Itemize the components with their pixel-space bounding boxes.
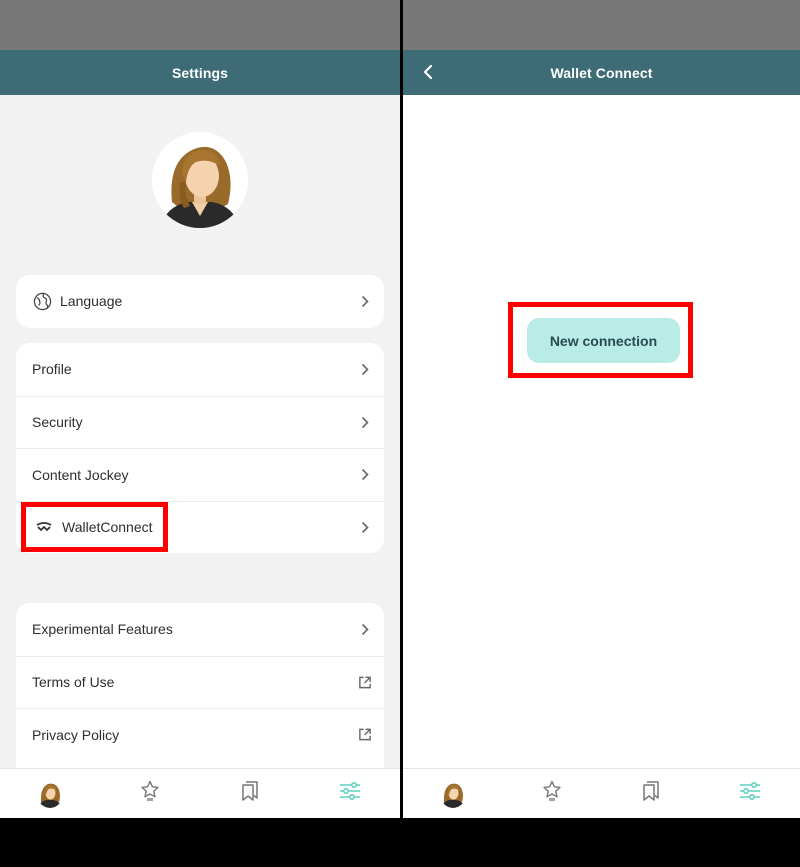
settings-header: Settings [0,50,400,95]
account-card: Profile Security Content Jockey WalletCo… [16,343,384,553]
nav-settings[interactable] [701,769,800,818]
status-bar [0,0,400,50]
settings-item-label: Terms of Use [32,674,115,691]
settings-item-label: Privacy Policy [32,726,120,743]
external-link-icon [358,728,372,742]
settings-item-profile[interactable]: Profile [16,343,384,396]
external-link-icon [358,675,372,689]
nav-bookmarks[interactable] [602,769,701,818]
chevron-right-icon [358,415,372,429]
bottom-nav [403,768,800,818]
avatar-icon [152,132,248,228]
avatar-icon [439,779,466,808]
settings-item-content-jockey[interactable]: Content Jockey [16,448,384,501]
settings-sliders-icon [339,781,361,805]
settings-item-label: Profile [32,361,72,378]
chevron-right-icon [358,294,372,308]
chevron-right-icon [358,362,372,376]
settings-screen: Settings Language Profile Security Conte… [0,0,400,818]
settings-item-terms-of-use[interactable]: Terms of Use [16,655,384,709]
chevron-right-icon [358,468,372,482]
settings-item-language[interactable]: Language [16,275,384,328]
page-title: Settings [171,64,229,81]
settings-item-experimental-features[interactable]: Experimental Features [16,603,384,656]
status-bar [403,0,800,50]
walletconnect-icon [34,517,54,537]
bottom-nav [0,768,400,818]
star-icon [140,780,160,807]
wallet-connect-header: Wallet Connect [403,50,800,95]
settings-item-walletconnect[interactable]: WalletConnect [16,500,384,554]
settings-item-label: Content Jockey [32,466,129,483]
settings-item-label: WalletConnect [62,519,153,536]
screenshot-stage: Settings Language Profile Security Conte… [0,0,800,867]
new-connection-button[interactable]: New connection [527,318,680,363]
avatar-icon [37,779,63,808]
back-button[interactable] [417,61,439,83]
bookmarks-icon [241,781,259,806]
star-icon [542,780,562,807]
nav-settings[interactable] [300,769,400,818]
profile-avatar[interactable] [152,132,248,228]
settings-item-label: Language [60,293,123,310]
nav-profile[interactable] [0,769,100,818]
settings-item-security[interactable]: Security [16,395,384,449]
chevron-right-icon [358,520,372,534]
nav-bookmarks[interactable] [200,769,300,818]
settings-item-privacy-policy[interactable]: Privacy Policy [16,708,384,761]
chevron-right-icon [358,622,372,636]
page-title: Wallet Connect [550,64,653,81]
settings-item-label: Experimental Features [32,621,173,638]
wallet-connect-screen: Wallet Connect New connection [403,0,800,818]
globe-icon [32,291,52,311]
chevron-left-icon [423,64,433,80]
bookmarks-icon [642,781,660,806]
language-card: Language [16,275,384,328]
settings-sliders-icon [739,781,761,805]
nav-favorites[interactable] [502,769,601,818]
settings-item-label: Security [32,414,83,431]
nav-profile[interactable] [403,769,502,818]
nav-favorites[interactable] [100,769,200,818]
misc-card: Experimental Features Terms of Use Priva… [16,603,384,783]
